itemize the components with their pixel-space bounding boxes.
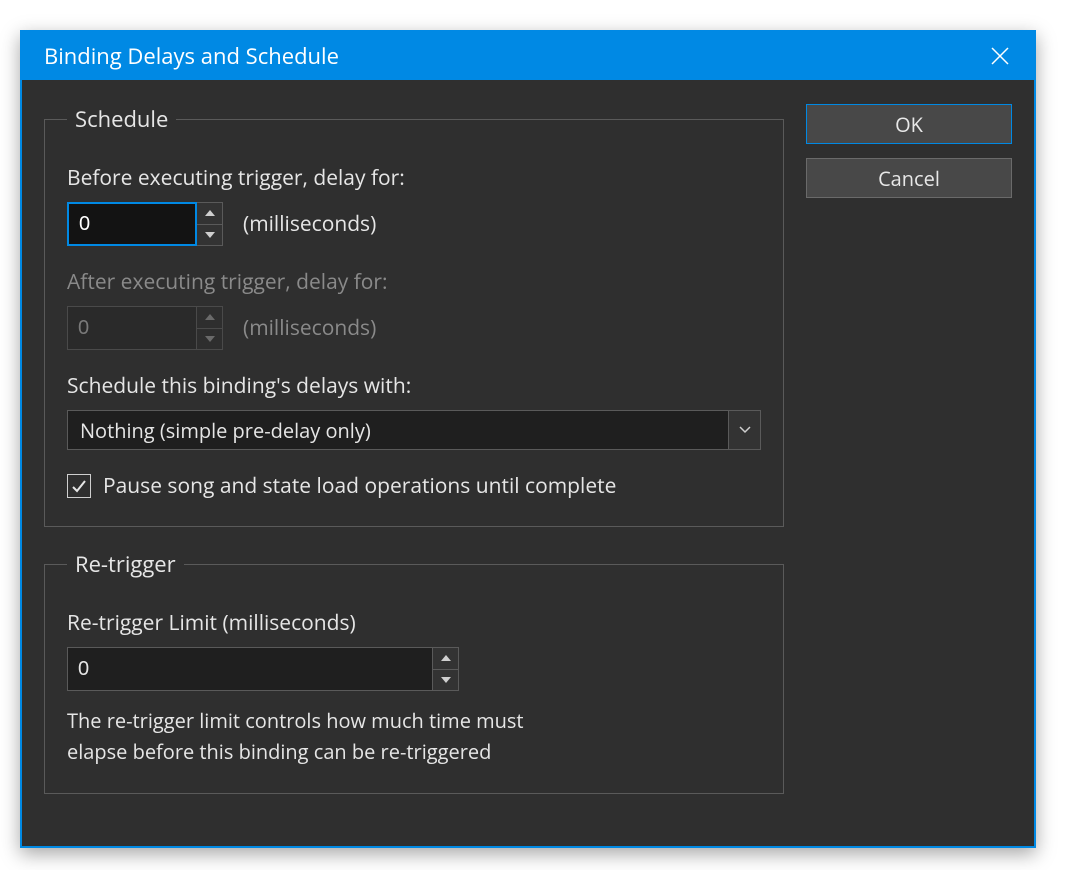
after-delay-unit: (milliseconds) [243, 314, 376, 342]
pause-checkbox-row: Pause song and state load operations unt… [67, 472, 761, 500]
after-delay-row: (milliseconds) [67, 306, 761, 350]
retrigger-legend: Re-trigger [67, 549, 184, 579]
before-delay-step-down[interactable] [197, 225, 223, 247]
after-delay-step-up [197, 306, 223, 329]
schedule-group: Schedule Before executing trigger, delay… [44, 104, 784, 527]
content-column: Schedule Before executing trigger, delay… [44, 104, 784, 816]
retrigger-help-line: elapse before this binding can be re-tri… [67, 736, 761, 767]
dialog-title: Binding Delays and Schedule [44, 41, 339, 71]
retrigger-limit-input[interactable] [67, 647, 433, 691]
retrigger-limit-label: Re-trigger Limit (milliseconds) [67, 609, 761, 637]
before-delay-input[interactable] [67, 202, 197, 246]
close-button[interactable] [984, 40, 1016, 72]
title-bar: Binding Delays and Schedule [22, 32, 1034, 80]
after-delay-input [67, 306, 197, 350]
retrigger-help-line: The re-trigger limit controls how much t… [67, 705, 761, 736]
before-delay-unit: (milliseconds) [243, 210, 376, 238]
after-delay-label: After executing trigger, delay for: [67, 268, 761, 296]
close-icon [991, 47, 1009, 65]
pause-checkbox[interactable] [67, 474, 91, 498]
retrigger-limit-step-up[interactable] [433, 647, 459, 670]
schedule-with-dropdown-button [728, 411, 760, 449]
schedule-with-select[interactable]: Nothing (simple pre-delay only) [67, 410, 761, 450]
before-delay-row: (milliseconds) [67, 202, 761, 246]
pause-checkbox-label: Pause song and state load operations unt… [103, 472, 616, 500]
before-delay-spinner [67, 202, 223, 246]
schedule-with-label: Schedule this binding's delays with: [67, 372, 761, 400]
before-delay-label: Before executing trigger, delay for: [67, 164, 761, 192]
after-delay-step-down [197, 329, 223, 351]
cancel-button[interactable]: Cancel [806, 158, 1012, 198]
retrigger-help-text: The re-trigger limit controls how much t… [67, 705, 761, 767]
button-column: OK Cancel [806, 104, 1012, 198]
schedule-with-value: Nothing (simple pre-delay only) [68, 411, 728, 449]
before-delay-step-up[interactable] [197, 202, 223, 225]
schedule-legend: Schedule [67, 104, 176, 134]
dialog-window: Binding Delays and Schedule Schedule Bef… [20, 30, 1036, 848]
dialog-body: Schedule Before executing trigger, delay… [22, 80, 1034, 846]
after-delay-spin-buttons [197, 306, 223, 350]
retrigger-group: Re-trigger Re-trigger Limit (millisecond… [44, 549, 784, 794]
before-delay-spin-buttons [197, 202, 223, 246]
after-delay-spinner [67, 306, 223, 350]
retrigger-limit-spinner [67, 647, 459, 691]
ok-button[interactable]: OK [806, 104, 1012, 144]
retrigger-limit-row [67, 647, 761, 691]
chevron-down-icon [739, 426, 751, 434]
check-icon [71, 478, 87, 494]
retrigger-limit-step-down[interactable] [433, 670, 459, 692]
retrigger-limit-spin-buttons [433, 647, 459, 691]
